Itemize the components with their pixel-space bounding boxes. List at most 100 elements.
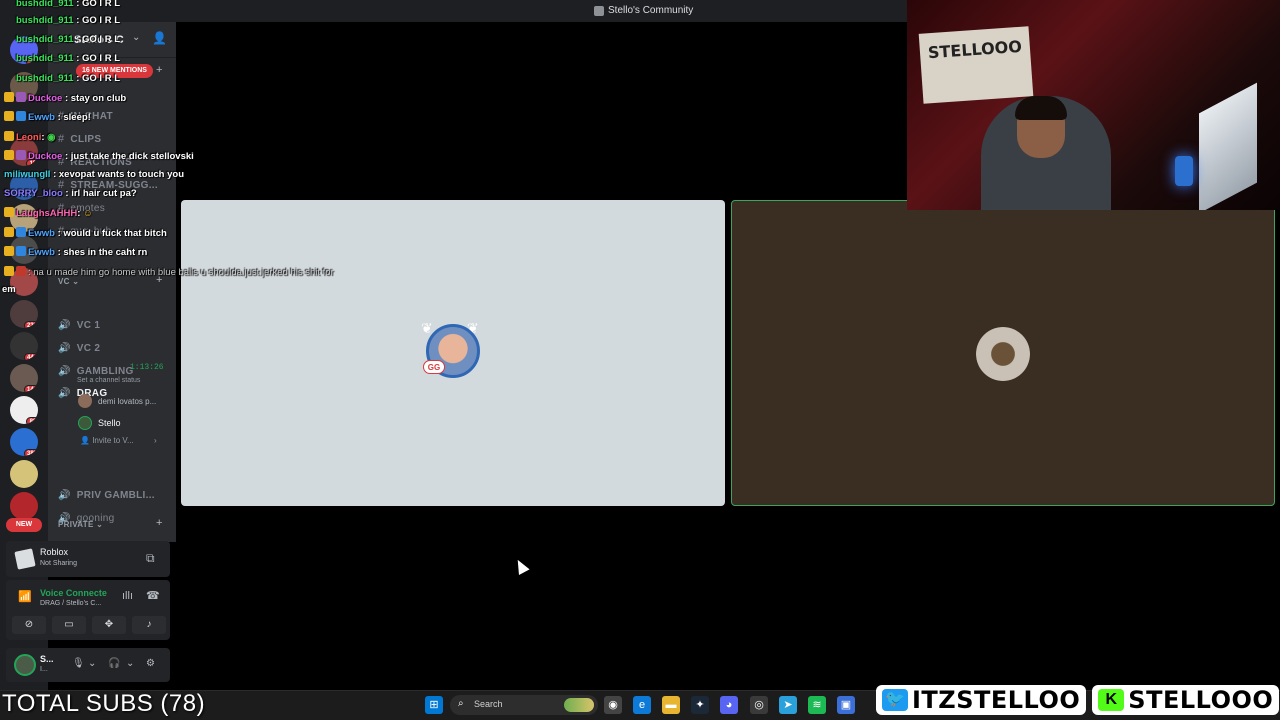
taskbar-search[interactable]: ⌕ Search (450, 695, 598, 715)
voice-status-subtitle[interactable]: DRAG / Stello's C... (40, 600, 101, 607)
chevron-down-icon[interactable]: ⌄ (88, 658, 96, 669)
server-icon[interactable] (10, 492, 38, 520)
avatar[interactable] (14, 654, 36, 676)
share-screen-icon[interactable]: ⧉ (146, 551, 155, 566)
chat-text: : GO I R L (76, 15, 121, 26)
category-vc[interactable]: VC ⌄ (58, 277, 79, 286)
sub-badge-icon (4, 111, 14, 121)
voice-tile-demi[interactable]: ❦ ❦ GG (181, 200, 725, 506)
sub-badge-icon (4, 207, 14, 217)
chat-message: bushdid_911 : GO I R L (16, 34, 120, 45)
server-icon[interactable]: 444 (10, 332, 38, 360)
server-icon[interactable]: 231 (10, 300, 38, 328)
voice-channel-drag[interactable]: 🔊 DRAG (58, 363, 107, 423)
sub-badge-icon (4, 131, 14, 141)
chat-user: bushdid_911 (16, 0, 74, 9)
new-unreads-pill[interactable]: NEW (6, 518, 42, 532)
chat-message: SORRY_bloo : irl hair cut pa? (4, 188, 137, 199)
chat-text: : (41, 132, 45, 143)
telegram-icon[interactable]: ➤ (779, 696, 797, 714)
twitter-handle-pill: 🐦 ITZSTELLOO (876, 685, 1087, 715)
rgb-light (1175, 156, 1193, 186)
microphone-icon[interactable]: 🎙 (72, 658, 85, 669)
roblox-icon (14, 548, 36, 570)
member-name: Stello (98, 418, 121, 428)
app-icon[interactable]: ▣ (837, 696, 855, 714)
server-icon[interactable]: 144 (10, 364, 38, 392)
emote-icon: ◉ (47, 132, 56, 143)
voice-member[interactable]: demi lovatos p... (78, 394, 156, 408)
add-user-icon: 👤 (80, 436, 93, 445)
channel-clips[interactable]: # CLIPS (58, 133, 101, 145)
channel-status-input[interactable]: Set a channel status (77, 377, 140, 384)
sub-badge-icon (16, 227, 26, 237)
chat-text: : xevopat wants to touch you (53, 169, 184, 180)
server-icon (594, 5, 604, 16)
chat-text: : irl hair cut pa? (65, 188, 137, 199)
add-channel-icon[interactable]: + (156, 517, 162, 529)
chevron-right-icon: › (154, 436, 157, 445)
chat-message: Ewwb : sleep! (4, 111, 91, 123)
poster-text: STELLOOO (927, 36, 1023, 63)
signal-icon[interactable]: 📶 (18, 590, 32, 603)
category-private[interactable]: PRIVATE ⌄ (58, 520, 103, 529)
headphones-icon[interactable]: 🎧 (108, 658, 120, 669)
activity-game: Roblox (40, 547, 69, 557)
add-member-icon[interactable]: 👤 (152, 31, 167, 45)
sub-badge-icon (4, 266, 14, 276)
voice-member-self[interactable]: Stello (78, 416, 121, 430)
server-badge: 231 (23, 321, 38, 328)
streamer-hair (1015, 96, 1067, 120)
chat-message: Leoni: ◉ (4, 131, 55, 143)
discord-icon[interactable]: ◕ (720, 696, 738, 714)
start-icon[interactable]: ⊞ (425, 696, 443, 714)
chat-message: bushdid_911 : GO I R L (16, 15, 120, 26)
server-badge: 80 (26, 417, 38, 424)
voice-status-title[interactable]: Voice Connecte (40, 588, 107, 598)
chrome-icon[interactable]: ◎ (750, 696, 768, 714)
sub-badge-icon (16, 150, 26, 160)
chat-user: Ewwb (28, 247, 55, 258)
user-panel: S... I... 🎙 ⌄ 🎧 ⌄ ⚙ (6, 648, 170, 682)
activities-button[interactable]: ✥ (92, 616, 126, 634)
streamer-webcam: STELLOOO (907, 0, 1280, 210)
window-title-text: Stello's Community (608, 5, 694, 16)
server-icon[interactable]: 80 (10, 396, 38, 424)
member-name: demi lovatos p... (98, 396, 157, 406)
server-icon[interactable] (10, 460, 38, 488)
username: S... (40, 654, 54, 664)
channel-label: CLIPS (70, 133, 102, 145)
voice-channel-gooning[interactable]: 🔊 gooning (58, 488, 114, 548)
obs-icon[interactable]: ◉ (604, 696, 622, 714)
steam-icon[interactable]: ✦ (691, 696, 709, 714)
emote-icon: ☺ (83, 208, 93, 219)
screen-share-button[interactable]: ▭ (52, 616, 86, 634)
chat-user: bushdid_911 (16, 34, 74, 45)
chat-message: bushdid_911 : GO I R L (16, 53, 120, 64)
chat-text: : GO I R L (76, 34, 121, 45)
sub-badge-icon (16, 246, 26, 256)
voice-tile-stello[interactable] (731, 200, 1275, 506)
file-explorer-icon[interactable]: ▬ (662, 696, 680, 714)
add-channel-icon[interactable]: + (156, 64, 162, 76)
noise-suppression-icon[interactable]: ıllı (122, 590, 133, 602)
server-badge: 144 (23, 385, 38, 392)
chevron-down-icon[interactable]: ⌄ (126, 658, 134, 669)
chat-message: Duckoe : stay on club (4, 92, 126, 104)
sub-badge-icon (4, 150, 14, 160)
spotify-icon[interactable]: ≋ (808, 696, 826, 714)
hash-icon: # (58, 133, 65, 145)
camera-off-button[interactable]: ⊘ (12, 616, 46, 634)
gear-icon[interactable]: ⚙ (146, 658, 155, 669)
chat-message: LaughsAHHH: ☺ (4, 207, 93, 219)
chat-fragment: em (2, 284, 16, 295)
chat-text: : shes in the caht rn (57, 247, 148, 258)
server-icon[interactable]: 383 (10, 428, 38, 456)
edge-icon[interactable]: e (633, 696, 651, 714)
invite-to-voice[interactable]: 👤 Invite to V... › (80, 436, 157, 445)
chat-text: : (77, 208, 81, 219)
chat-message: Ewwb : shes in the caht rn (4, 246, 147, 258)
disconnect-icon[interactable]: ☎ (146, 589, 160, 602)
kick-icon: K (1098, 689, 1125, 711)
soundboard-button[interactable]: ♪ (132, 616, 166, 634)
